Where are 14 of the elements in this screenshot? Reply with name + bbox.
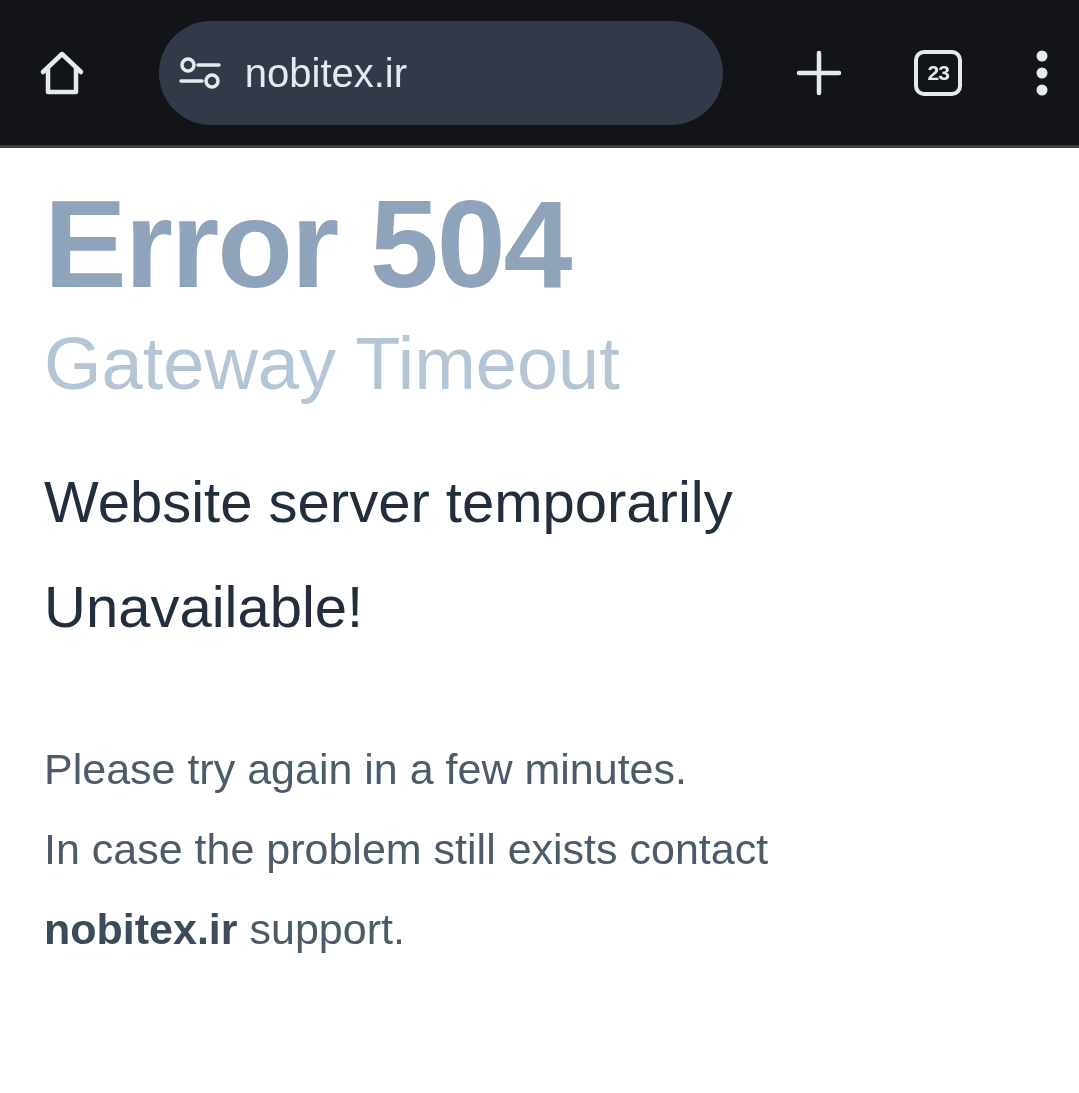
- url-text: nobitex.ir: [244, 49, 408, 97]
- tab-count-button[interactable]: 23: [914, 49, 963, 96]
- message-text: Unavailable!: [44, 574, 364, 640]
- plus-icon[interactable]: [795, 49, 842, 96]
- error-title: Error 504: [44, 176, 573, 313]
- tune-icon: [178, 56, 221, 89]
- help-text: nobitex.ir support.: [44, 905, 405, 954]
- help-text: Please try again in a few minutes.: [44, 745, 687, 794]
- help-text: In case the problem still exists contact: [44, 825, 769, 874]
- address-bar[interactable]: nobitex.ir: [158, 20, 723, 125]
- home-icon[interactable]: [38, 49, 86, 96]
- menu-icon[interactable]: [1035, 49, 1049, 96]
- message-text: Website server temporarily: [44, 469, 733, 535]
- error-subtitle: Gateway Timeout: [44, 321, 621, 408]
